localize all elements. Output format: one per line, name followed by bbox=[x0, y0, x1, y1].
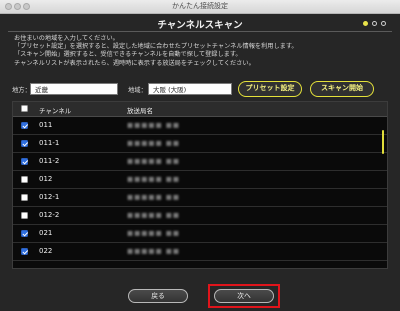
row-checkbox[interactable] bbox=[21, 194, 28, 201]
instructions-text: お住まいの地域を入力してください。 「プリセット設定」を選択すると、設定した地域… bbox=[14, 35, 298, 67]
row-checkbox[interactable] bbox=[21, 140, 28, 147]
station-name: ■■■■■ ■■ bbox=[127, 193, 181, 201]
table-row[interactable]: 012-1 ■■■■■ ■■ bbox=[13, 189, 387, 207]
table-row[interactable]: 012 ■■■■■ ■■ bbox=[13, 171, 387, 189]
page-heading: チャンネルスキャン bbox=[157, 20, 243, 31]
window-title: かんたん接続設定 bbox=[172, 2, 228, 10]
station-name: ■■■■■ ■■ bbox=[127, 247, 181, 255]
back-button[interactable]: 戻る bbox=[128, 289, 188, 303]
row-checkbox[interactable] bbox=[21, 212, 28, 219]
locality-label: 地域： bbox=[128, 87, 147, 94]
area-field[interactable]: 近畿 bbox=[30, 83, 118, 95]
station-name: ■■■■■ ■■ bbox=[127, 229, 181, 237]
app-window: かんたん接続設定 チャンネルスキャン お住まいの地域を入力してください。 「プリ… bbox=[0, 0, 400, 311]
select-all-checkbox[interactable] bbox=[21, 105, 28, 112]
next-button-highlight bbox=[208, 284, 280, 308]
channel-number: 022 bbox=[39, 247, 53, 255]
step-indicator bbox=[363, 21, 386, 26]
table-header: チャンネル 放送局名 bbox=[13, 102, 387, 117]
station-name: ■■■■■ ■■ bbox=[127, 139, 181, 147]
channel-number: 012-1 bbox=[39, 193, 60, 201]
channel-number: 011-2 bbox=[39, 157, 60, 165]
table-row[interactable]: 022 ■■■■■ ■■ bbox=[13, 243, 387, 261]
column-header-channel: チャンネル bbox=[39, 107, 72, 115]
title-bar: かんたん接続設定 bbox=[0, 0, 400, 14]
table-row[interactable]: 011-1 ■■■■■ ■■ bbox=[13, 135, 387, 153]
region-selector: 地方： 近畿 地域： 大阪 (大阪) プリセット設定 スキャン開始 bbox=[12, 81, 392, 97]
step-dot-1 bbox=[363, 21, 368, 26]
channel-number: 012-2 bbox=[39, 211, 60, 219]
scrollbar-thumb[interactable] bbox=[382, 130, 384, 154]
area-label: 地方： bbox=[12, 87, 31, 94]
row-checkbox[interactable] bbox=[21, 158, 28, 165]
table-body: 011 ■■■■■ ■■ 011-1 ■■■■■ ■■ 011-2 ■■■■■ ■■ 012… bbox=[13, 117, 387, 261]
preset-settings-button[interactable]: プリセット設定 bbox=[238, 81, 302, 97]
row-checkbox[interactable] bbox=[21, 122, 28, 129]
table-row[interactable]: 011 ■■■■■ ■■ bbox=[13, 117, 387, 135]
station-name: ■■■■■ ■■ bbox=[127, 175, 181, 183]
column-header-station: 放送局名 bbox=[127, 107, 153, 115]
table-row[interactable]: 021 ■■■■■ ■■ bbox=[13, 225, 387, 243]
station-name: ■■■■■ ■■ bbox=[127, 121, 181, 129]
channel-table: チャンネル 放送局名 011 ■■■■■ ■■ 011-1 ■■■■■ ■■ 011-2… bbox=[12, 101, 388, 269]
channel-number: 011-1 bbox=[39, 139, 60, 147]
channel-scan-panel: チャンネルスキャン お住まいの地域を入力してください。 「プリセット設定」を選択… bbox=[4, 14, 396, 311]
channel-number: 012 bbox=[39, 175, 53, 183]
divider bbox=[8, 31, 392, 32]
locality-field[interactable]: 大阪 (大阪) bbox=[148, 83, 232, 95]
row-checkbox[interactable] bbox=[21, 176, 28, 183]
table-row[interactable]: 012-2 ■■■■■ ■■ bbox=[13, 207, 387, 225]
start-scan-button[interactable]: スキャン開始 bbox=[310, 81, 374, 97]
row-checkbox[interactable] bbox=[21, 230, 28, 237]
step-dot-3 bbox=[381, 21, 386, 26]
table-row[interactable]: 011-2 ■■■■■ ■■ bbox=[13, 153, 387, 171]
station-name: ■■■■■ ■■ bbox=[127, 211, 181, 219]
channel-number: 021 bbox=[39, 229, 53, 237]
step-dot-2 bbox=[372, 21, 377, 26]
station-name: ■■■■■ ■■ bbox=[127, 157, 181, 165]
row-checkbox[interactable] bbox=[21, 248, 28, 255]
channel-number: 011 bbox=[39, 121, 53, 129]
